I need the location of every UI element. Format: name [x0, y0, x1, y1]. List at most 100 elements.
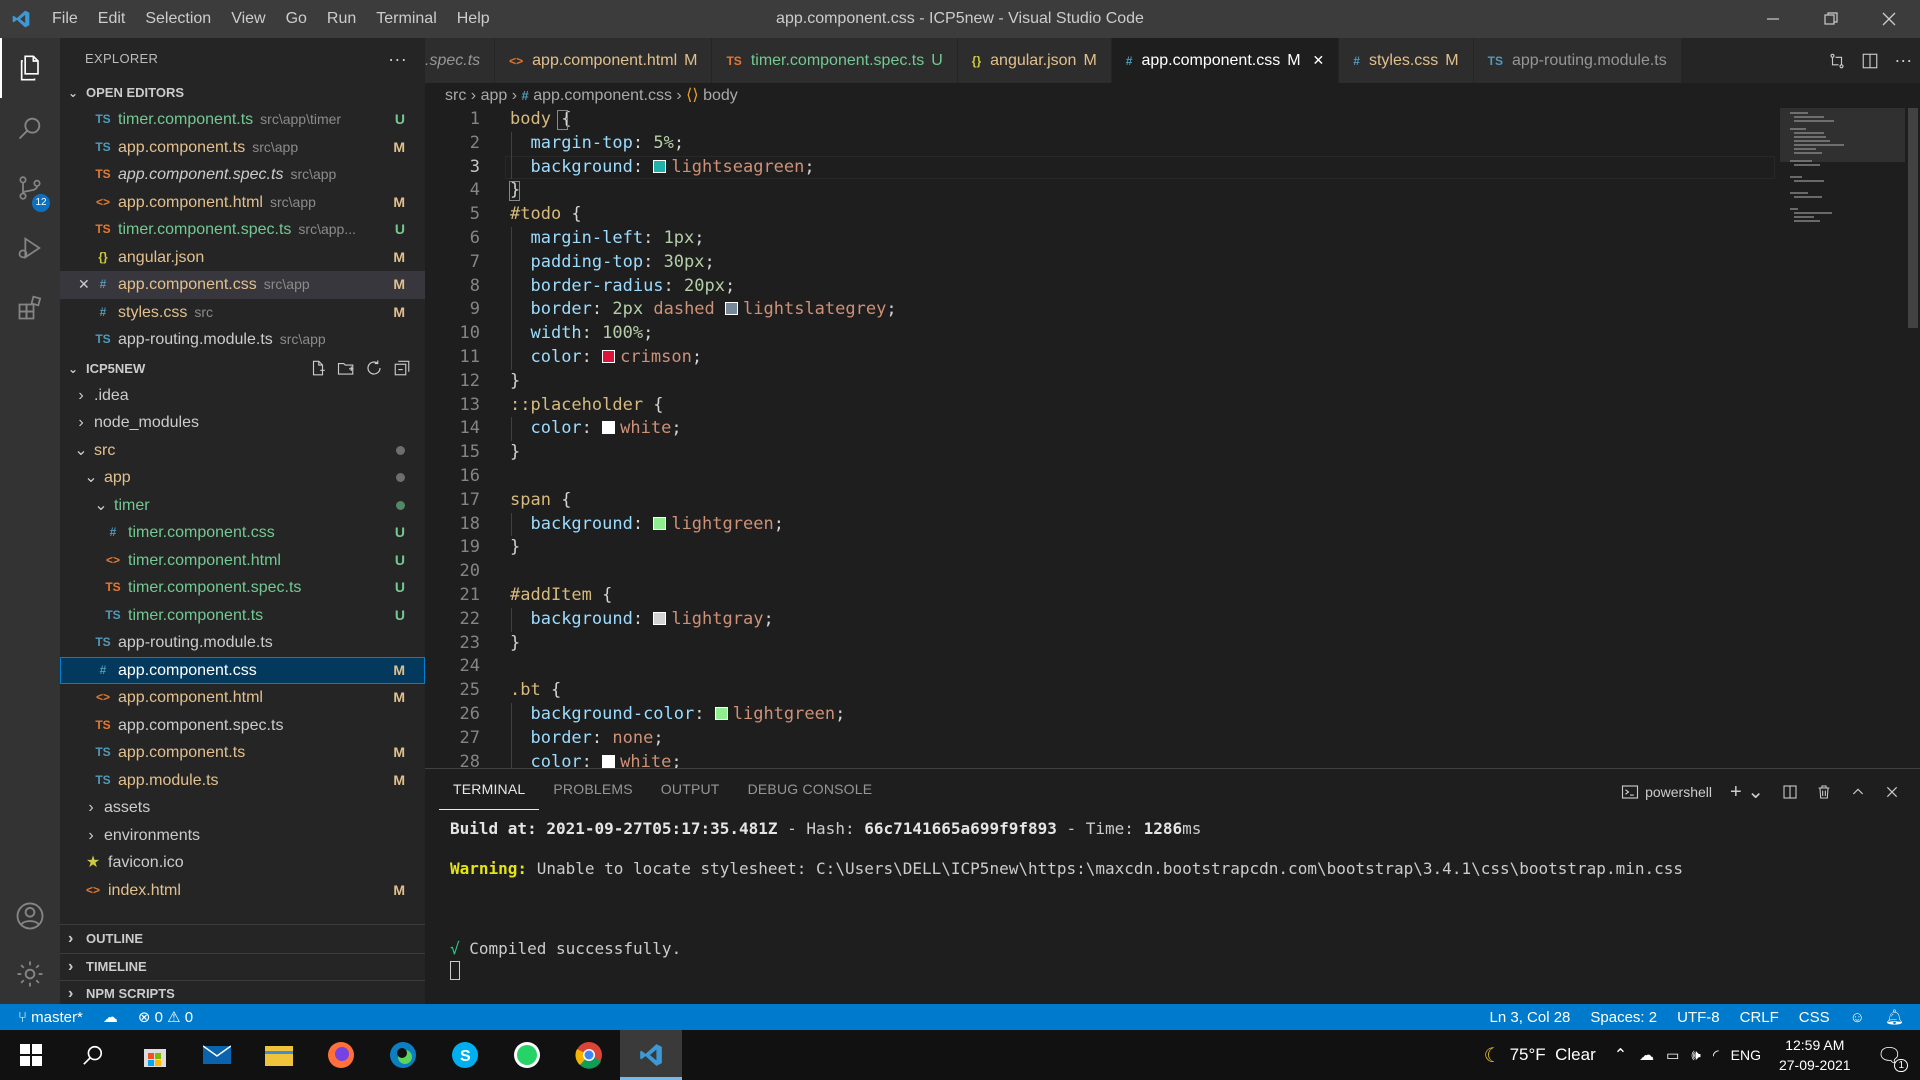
editor-scrollbar[interactable]	[1905, 108, 1919, 768]
restore-button[interactable]	[1802, 0, 1860, 38]
search-taskbar-icon[interactable]	[62, 1030, 124, 1080]
problems-status[interactable]: ⊗ 0 ⚠ 0	[128, 1008, 203, 1026]
cursor-position[interactable]: Ln 3, Col 28	[1480, 1009, 1581, 1026]
color-swatch[interactable]	[725, 302, 739, 316]
terminal-output[interactable]: Build at: 2021-09-27T05:17:35.481Z - Has…	[425, 811, 1920, 1001]
whatsapp-icon[interactable]	[496, 1030, 558, 1080]
tree-file[interactable]: TS app.component.spec.ts	[60, 712, 425, 740]
close-editor-icon[interactable]: ✕	[78, 271, 90, 299]
tree-file[interactable]: TS timer.component.spec.ts U	[60, 574, 425, 602]
panel-tab-debug-console[interactable]: DEBUG CONSOLE	[734, 769, 887, 809]
panel-tab-output[interactable]: OUTPUT	[647, 769, 734, 809]
explorer-icon[interactable]	[0, 38, 60, 98]
tree-file[interactable]: TS app-routing.module.ts	[60, 629, 425, 657]
close-window-button[interactable]	[1860, 0, 1918, 38]
trash-icon[interactable]	[1816, 784, 1832, 800]
feedback-icon[interactable]: ☺	[1840, 1009, 1875, 1026]
weather-text[interactable]: 75°F Clear	[1510, 1045, 1596, 1065]
tree-folder[interactable]: › .idea	[60, 382, 425, 410]
settings-gear-icon[interactable]	[0, 944, 60, 1004]
tree-folder[interactable]: ⌄ app	[60, 464, 425, 492]
accounts-icon[interactable]	[0, 886, 60, 946]
menu-edit[interactable]: Edit	[88, 0, 136, 38]
color-swatch[interactable]	[602, 754, 616, 768]
menu-terminal[interactable]: Terminal	[366, 0, 446, 38]
network-status-icon[interactable]: ☁	[1639, 1046, 1654, 1064]
menu-run[interactable]: Run	[317, 0, 366, 38]
terminal-selector[interactable]: powershell	[1621, 783, 1712, 801]
compare-icon[interactable]	[1828, 52, 1846, 70]
tab-spec-ts[interactable]: .spec.ts	[425, 38, 496, 83]
open-editor-item[interactable]: TS app-routing.module.ts src\app	[60, 326, 425, 354]
indentation[interactable]: Spaces: 2	[1580, 1009, 1667, 1026]
menu-selection[interactable]: Selection	[135, 0, 221, 38]
language-indicator[interactable]: ENG	[1731, 1047, 1761, 1063]
open-editor-item[interactable]: ✕ # app.component.css src\app M	[60, 271, 425, 299]
split-terminal-icon[interactable]	[1782, 784, 1798, 800]
vscode-taskbar-icon[interactable]	[620, 1030, 682, 1080]
tree-file[interactable]: TS timer.component.ts U	[60, 602, 425, 630]
maximize-panel-icon[interactable]	[1850, 784, 1866, 800]
tree-file[interactable]: <> app.component.html M	[60, 684, 425, 712]
color-swatch[interactable]	[653, 611, 667, 625]
new-folder-icon[interactable]	[337, 359, 355, 377]
tree-folder[interactable]: ⌄ timer	[60, 492, 425, 520]
open-editor-item[interactable]: TS app.component.ts src\app M	[60, 134, 425, 162]
tree-folder[interactable]: › assets	[60, 794, 425, 822]
menu-file[interactable]: File	[42, 0, 88, 38]
tab-angular-json[interactable]: {} angular.json M	[957, 38, 1112, 83]
open-editor-item[interactable]: # styles.css src M	[60, 299, 425, 327]
wifi-icon[interactable]: ◜	[1713, 1046, 1719, 1064]
tree-file[interactable]: TS app.module.ts M	[60, 767, 425, 795]
open-editor-item[interactable]: TS timer.component.ts src\app\timer U	[60, 106, 425, 134]
close-panel-icon[interactable]	[1884, 784, 1900, 800]
color-swatch[interactable]	[714, 707, 728, 720]
panel-tab-terminal[interactable]: TERMINAL	[439, 770, 540, 810]
notifications-bell-icon[interactable]: 🔔︎	[1875, 1008, 1920, 1026]
more-editor-actions-icon[interactable]: ···	[1894, 50, 1912, 71]
skype-icon[interactable]: S	[434, 1030, 496, 1080]
tab-app-routing-module-ts[interactable]: TS app-routing.module.ts	[1473, 38, 1682, 83]
store-icon[interactable]	[124, 1030, 186, 1080]
open-editor-item[interactable]: TS timer.component.spec.ts src\app... U	[60, 216, 425, 244]
tree-folder[interactable]: ⌄ src	[60, 437, 425, 465]
new-terminal-icon[interactable]: + ⌄	[1730, 779, 1764, 804]
section-outline[interactable]: › OUTLINE	[60, 925, 425, 953]
color-swatch[interactable]	[602, 350, 616, 363]
open-editor-item[interactable]: <> app.component.html src\app M	[60, 189, 425, 217]
tree-file[interactable]: # timer.component.css U	[60, 519, 425, 547]
breadcrumb-symbol[interactable]: body	[703, 87, 738, 104]
breadcrumb-app[interactable]: app	[481, 87, 508, 104]
code-editor[interactable]: 1 body {2 margin-top: 5%; 3 background: li…	[425, 108, 1920, 768]
new-file-icon[interactable]	[309, 359, 327, 377]
firefox-icon[interactable]	[310, 1030, 372, 1080]
tab-timer-component-spec-ts[interactable]: TS timer.component.spec.ts U	[712, 38, 958, 83]
color-swatch[interactable]	[653, 159, 667, 173]
tree-file[interactable]: ★ favicon.ico	[60, 849, 425, 877]
mail-icon[interactable]	[186, 1030, 248, 1080]
edge-icon[interactable]	[372, 1030, 434, 1080]
open-editor-item[interactable]: TS app.component.spec.ts src\app	[60, 161, 425, 189]
close-tab-icon[interactable]: ✕	[1313, 52, 1325, 69]
menu-view[interactable]: View	[221, 0, 275, 38]
collapse-all-icon[interactable]	[393, 359, 411, 377]
tree-file[interactable]: <> timer.component.html U	[60, 547, 425, 575]
sync-icon[interactable]: ☁	[93, 1008, 128, 1026]
volume-icon[interactable]: 🕪︎	[1691, 1047, 1700, 1064]
source-control-icon[interactable]: 12	[0, 158, 60, 218]
project-section[interactable]: ⌄ ICP5NEW	[60, 356, 425, 382]
language-mode[interactable]: CSS	[1789, 1009, 1840, 1026]
tree-folder[interactable]: › node_modules	[60, 409, 425, 437]
encoding[interactable]: UTF-8	[1667, 1009, 1730, 1026]
run-debug-icon[interactable]	[0, 218, 60, 278]
tab-styles-css[interactable]: # styles.css M	[1339, 38, 1474, 83]
open-editor-item[interactable]: {} angular.json M	[60, 244, 425, 272]
menu-go[interactable]: Go	[276, 0, 317, 38]
tree-file[interactable]: <> index.html M	[60, 877, 425, 905]
panel-tab-problems[interactable]: PROBLEMS	[539, 769, 646, 809]
extensions-icon[interactable]	[0, 278, 60, 338]
end-of-line[interactable]: CRLF	[1730, 1009, 1789, 1026]
tab-app-component-css[interactable]: # app.component.css M ✕	[1111, 38, 1340, 83]
windows-start-icon[interactable]	[0, 1030, 62, 1080]
open-editors-section[interactable]: ⌄ OPEN EDITORS	[60, 80, 425, 106]
